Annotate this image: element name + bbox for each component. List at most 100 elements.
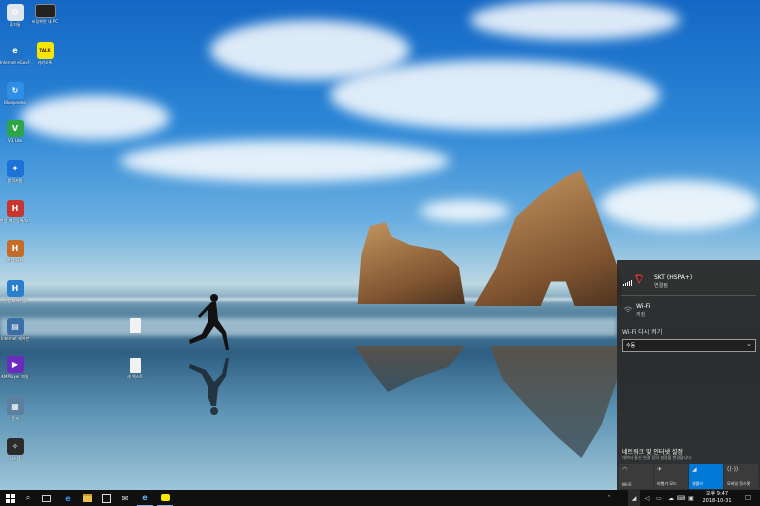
desktop-icon-label: 원격지원 bbox=[7, 178, 23, 183]
speaker-icon: ◁ bbox=[644, 494, 650, 502]
hotspot-icon: ((·)) bbox=[727, 466, 739, 473]
quick-action-label: 셀룰러 bbox=[692, 481, 704, 486]
skt-logo-icon bbox=[633, 273, 645, 285]
show-hidden-icons-button[interactable]: ˄ bbox=[604, 490, 614, 506]
battery-icon: ▭ bbox=[656, 494, 662, 502]
airplane-icon: ✈ bbox=[657, 466, 663, 473]
wifi-reenable-select[interactable]: 수동 ⌄ bbox=[622, 339, 756, 352]
desktop-icon[interactable]: H한컴 계정등록/오피스 bbox=[0, 200, 30, 223]
quick-action-label: 모바일 핫스팟 bbox=[727, 481, 751, 486]
desktop-icon[interactable]: eInternet eGovFrame bbox=[0, 42, 30, 65]
clock[interactable]: 오후 9:47 2018-10-31 bbox=[697, 491, 737, 505]
taskbar-ie[interactable]: e bbox=[137, 490, 153, 506]
cellular-connection-item[interactable]: SKT (HSPA+) 연결됨 bbox=[617, 266, 760, 292]
tray-onedrive[interactable]: ☁ bbox=[666, 490, 676, 506]
desktop-icon-label: Internet 제어판 bbox=[0, 336, 30, 341]
tray-volume[interactable]: ◁ bbox=[642, 490, 652, 506]
tray-network[interactable]: ◢ bbox=[628, 490, 640, 506]
cellular-signal-icon: ◢ bbox=[631, 494, 637, 502]
windows-logo-icon bbox=[5, 493, 15, 503]
desktop-icon-label: 한컴 계정등록/오피스 bbox=[0, 218, 30, 223]
desktop-icon-label: 시스템 bbox=[9, 456, 21, 461]
clock-date: 2018-10-31 bbox=[702, 498, 732, 504]
desktop-icon[interactable]: 바탕화면 내 PC bbox=[30, 4, 60, 24]
hancom-brown-icon: H bbox=[6, 240, 24, 257]
taskbar-kakaotalk[interactable] bbox=[157, 490, 173, 506]
globe-icon: e bbox=[6, 42, 24, 59]
quick-action-tile[interactable]: ((·)) 모바일 핫스팟 bbox=[724, 464, 758, 489]
wifi-icon: ◠ bbox=[622, 466, 628, 473]
desktop-icon-label: 한컴 사전 bbox=[7, 258, 23, 263]
desktop-icon-label: V3 Lite bbox=[8, 138, 22, 143]
wifi-item[interactable]: Wi-Fi 꺼짐 bbox=[617, 300, 760, 320]
tray-app[interactable]: ▣ bbox=[686, 490, 696, 506]
landscape-icon: ▦ bbox=[6, 398, 24, 415]
tray-battery[interactable]: ▭ bbox=[654, 490, 664, 506]
action-center-button[interactable]: ☐ bbox=[741, 490, 755, 506]
notification-icon: ☐ bbox=[744, 494, 752, 502]
task-view-button[interactable] bbox=[38, 490, 54, 506]
system-icon: ✧ bbox=[6, 438, 24, 455]
desktop-icon-label: 휴지통 bbox=[9, 22, 21, 27]
taskbar-edge[interactable]: e bbox=[60, 490, 76, 506]
desktop-icon[interactable] bbox=[120, 318, 150, 334]
taskbar-explorer[interactable] bbox=[79, 490, 95, 506]
app-tray-icon: ▣ bbox=[688, 494, 694, 502]
task-view-icon bbox=[41, 494, 51, 502]
kakaotalk-icon bbox=[160, 494, 170, 501]
runner-reflection bbox=[189, 358, 229, 415]
cellular-icon: ◢ bbox=[692, 466, 697, 473]
desktop-icon[interactable]: TALK 카카오톡 bbox=[30, 42, 60, 65]
desktop-icon[interactable]: 새 텍스트 bbox=[120, 358, 150, 379]
desktop-icon[interactable]: ♻ 휴지통 bbox=[0, 4, 30, 27]
desktop-icon-label: Internet eGovFrame bbox=[0, 60, 30, 65]
taskbar-store[interactable] bbox=[98, 490, 114, 506]
monitor-icon bbox=[34, 4, 56, 18]
connection-name: SKT (HSPA+) bbox=[654, 274, 693, 281]
wifi-status: 꺼짐 bbox=[636, 312, 646, 318]
desktop-icon-label: KMPlayer 파일 bbox=[1, 374, 29, 379]
blue-app-icon: ↻ bbox=[6, 82, 24, 99]
desktop-icon[interactable]: ▶ KMPlayer 파일 bbox=[0, 356, 30, 379]
kmplayer-icon: ▶ bbox=[6, 356, 24, 373]
desktop-icon[interactable]: ▤ Internet 제어판 bbox=[0, 318, 30, 341]
kakaotalk-icon: TALK bbox=[36, 42, 54, 59]
tray-keyboard[interactable]: ⌨ bbox=[676, 490, 686, 506]
divider bbox=[621, 295, 756, 296]
search-button[interactable]: ⌕ bbox=[20, 490, 36, 506]
document-file-icon bbox=[129, 318, 141, 333]
wifi-off-icon bbox=[623, 304, 633, 316]
taskbar-mail[interactable]: ✉ bbox=[117, 490, 133, 506]
quick-action-tile[interactable]: ◢ 셀룰러 bbox=[689, 464, 723, 489]
desktop-icon-label: 바탕화면 내 PC bbox=[31, 19, 59, 24]
quick-action-tile[interactable]: ◠ Wi-Fi bbox=[619, 464, 653, 489]
mail-icon: ✉ bbox=[121, 493, 129, 503]
hancom-blue-icon: H bbox=[6, 280, 24, 297]
search-icon: ⌕ bbox=[25, 493, 31, 502]
desktop-icon[interactable]: H 한컴 타자연습 bbox=[0, 280, 30, 303]
store-bag-icon bbox=[101, 493, 111, 503]
start-button[interactable] bbox=[2, 490, 18, 506]
desktop-icon[interactable]: ✧ 시스템 bbox=[0, 438, 30, 461]
desktop-icon-label: 새 텍스트 bbox=[127, 374, 143, 379]
desktop-icon[interactable]: V V3 Lite bbox=[0, 120, 30, 143]
clock-time: 오후 9:47 bbox=[705, 491, 729, 497]
network-flyout: SKT (HSPA+) 연결됨 Wi-Fi 꺼짐 Wi-Fi 다시 켜기 수동 … bbox=[617, 260, 760, 490]
keyboard-icon: ⌨ bbox=[676, 494, 686, 502]
quick-action-label: Wi-Fi bbox=[622, 482, 632, 487]
folder-icon bbox=[82, 494, 92, 502]
taskbar: ⌕ e ✉ e ˄ ◢ ◁ ▭ ☁ ⌨ ▣ 오후 9:47 2018-10-31… bbox=[0, 490, 760, 506]
desktop-icon[interactable]: ↻ Bluepromo bbox=[0, 82, 30, 105]
text-file-icon bbox=[129, 358, 141, 373]
desktop-icon[interactable]: H 한컴 사전 bbox=[0, 240, 30, 263]
desktop-icon-label: Bluepromo bbox=[4, 100, 26, 105]
v3-icon: V bbox=[6, 120, 24, 137]
recycle-bin-icon: ♻ bbox=[6, 4, 24, 21]
chevron-up-icon: ˄ bbox=[607, 494, 611, 502]
desktop-icon[interactable]: ✦ 원격지원 bbox=[0, 160, 30, 183]
cellular-signal-icon bbox=[623, 280, 632, 286]
runner-silhouette bbox=[189, 294, 229, 350]
quick-action-tile[interactable]: ✈ 비행기 모드 bbox=[654, 464, 688, 489]
desktop-icon[interactable]: ▦ 문서 bbox=[0, 398, 30, 421]
desktop-icon-label: 문서 bbox=[11, 416, 19, 421]
